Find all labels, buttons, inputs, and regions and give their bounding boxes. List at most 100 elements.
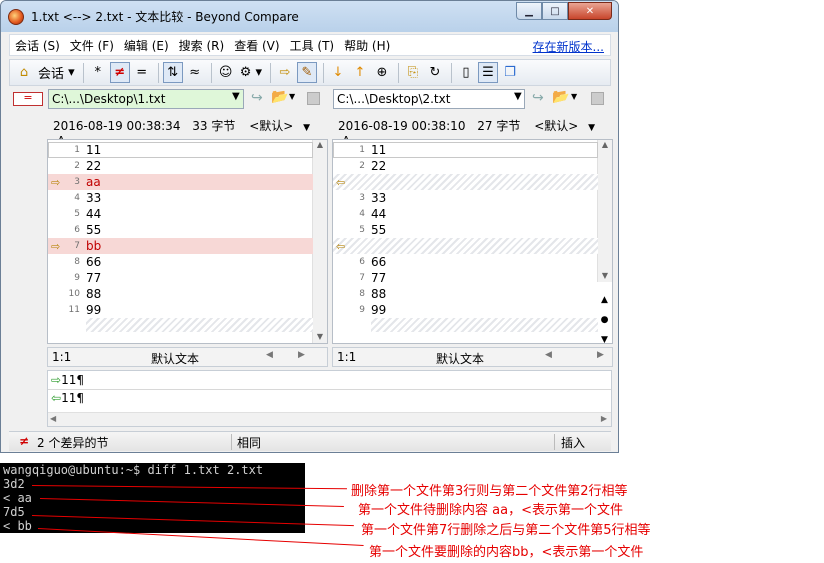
text-line[interactable]: 3 33 [333, 190, 598, 206]
refresh-icon[interactable]: ↻ [425, 62, 445, 83]
text-line[interactable]: 6 55 [48, 222, 313, 238]
right-encoding[interactable]: <默认> [534, 119, 578, 133]
menu-help[interactable]: 帮助 (H) [339, 37, 395, 54]
copy-to-right-icon[interactable]: ⇨ [51, 240, 60, 253]
text-line[interactable]: 8 66 [48, 254, 313, 270]
menu-search[interactable]: 搜索 (R) [174, 37, 230, 54]
right-path-input[interactable]: C:\...\Desktop\2.txt [333, 89, 525, 109]
text-line[interactable]: ⇦ [333, 174, 598, 190]
left-open-dropdown-icon[interactable]: ▼ [289, 92, 295, 101]
left-cursor-pos: 1:1 [52, 350, 72, 364]
close-button[interactable]: ✕ [568, 2, 612, 20]
status-divider [231, 434, 232, 450]
annotation-4: 第一个文件要删除的内容bb，<表示第一个文件 [369, 545, 644, 560]
line-number: 1 [359, 145, 365, 155]
scroll-down-icon[interactable]: ▼ [313, 332, 327, 341]
layout-icon[interactable]: ☰ [478, 62, 498, 83]
text-line[interactable]: 5 55 [333, 222, 598, 238]
line-detail-hscrollbar[interactable]: ◀ ▶ [48, 412, 611, 426]
new-version-link[interactable]: 存在新版本... [533, 38, 604, 55]
rules-icon[interactable]: ☺ [216, 62, 236, 83]
text-line[interactable]: 1 11 [333, 142, 598, 158]
next-diff-icon[interactable]: ↓ [328, 62, 348, 83]
prev-diff-icon[interactable]: ↑ [350, 62, 370, 83]
right-hscroll-right-icon[interactable]: ▶ [597, 350, 604, 360]
left-encoding[interactable]: <默认> [249, 119, 293, 133]
right-text-pane[interactable]: ▲ ▼ ▲ ● ▼ 1 11 2 22 ⇦ 3 33 4 44 5 55 ⇦ 6 66 7 77 8 88 9 99 [332, 139, 613, 345]
find-icon[interactable]: ⊕ [372, 62, 392, 83]
text-line[interactable]: 2 22 [48, 158, 313, 174]
right-open-dropdown-icon[interactable]: ▼ [571, 92, 577, 101]
text-line[interactable]: 1 11 [48, 142, 313, 158]
maximize-button[interactable]: □ [542, 2, 568, 20]
minor-icon[interactable]: ≈ [185, 62, 205, 83]
text-line[interactable]: 6 66 [333, 254, 598, 270]
hscroll-left-icon[interactable]: ◀ [50, 414, 56, 423]
text-line[interactable]: ⇦ [333, 238, 598, 254]
left-vertical-scrollbar[interactable]: ▲ ▼ [312, 140, 327, 343]
left-open-folder-icon[interactable]: 📂 [271, 89, 288, 105]
left-path-input[interactable]: C:\...\Desktop\1.txt [48, 89, 244, 109]
text-line[interactable]: ⇨ 7 bb [48, 238, 313, 254]
left-hscroll-left-icon[interactable]: ◀ [266, 350, 273, 360]
left-hscroll-right-icon[interactable]: ▶ [298, 350, 305, 360]
text-icon[interactable]: ▯ [456, 62, 476, 83]
text-line[interactable]: 4 44 [333, 206, 598, 222]
left-back-icon[interactable]: ↪ [251, 90, 263, 106]
text-line[interactable]: 8 88 [333, 286, 598, 302]
text-line[interactable]: 7 77 [333, 270, 598, 286]
diff-nav-up-icon[interactable]: ▲ [597, 290, 612, 310]
line-text: 44 [86, 207, 102, 221]
text-line[interactable]: 5 44 [48, 206, 313, 222]
left-save-icon[interactable] [307, 92, 320, 105]
hscroll-right-icon[interactable]: ▶ [601, 414, 607, 423]
left-encoding-dropdown-icon[interactable]: ▼ [303, 123, 310, 133]
same-icon[interactable]: = [132, 62, 152, 83]
right-path-dropdown-icon[interactable]: ▼ [514, 91, 522, 102]
menu-edit[interactable]: 编辑 (E) [119, 37, 174, 54]
all-icon[interactable]: * [88, 62, 108, 83]
scroll-up-icon[interactable]: ▲ [313, 140, 327, 149]
home-icon[interactable]: ⌂ [14, 62, 34, 83]
menu-session[interactable]: 会话 (S) [10, 37, 65, 54]
text-line[interactable]: 2 22 [333, 158, 598, 174]
right-back-icon[interactable]: ↪ [532, 90, 544, 106]
options-icon[interactable]: ❐ [500, 62, 520, 83]
session-dropdown[interactable]: 会话 ▾ [36, 62, 77, 83]
copy-to-left-icon[interactable]: ⇦ [336, 240, 345, 253]
diff-nav-center-icon[interactable]: ● [597, 310, 612, 330]
menu-file[interactable]: 文件 (F) [65, 37, 119, 54]
text-line[interactable]: 10 88 [48, 286, 313, 302]
left-size: 33 字节 [192, 119, 236, 133]
left-text-pane[interactable]: ▲ ▼ 1 11 2 22 ⇨ 3 aa 4 33 5 44 6 55 ⇨ 7 bb 8 66 9 77 10 88 11 9… [47, 139, 328, 344]
text-line[interactable]: 9 77 [48, 270, 313, 286]
line-detail-right-text: 11¶ [61, 391, 84, 405]
context-icon[interactable]: ⇅ [162, 62, 183, 83]
swap-icon[interactable]: ⇨ [275, 62, 295, 83]
copy-icon[interactable]: ⎘ [403, 62, 423, 83]
right-open-folder-icon[interactable]: 📂 [552, 89, 569, 105]
text-line[interactable]: 11 99 [48, 302, 313, 318]
right-encoding-dropdown-icon[interactable]: ▼ [588, 123, 595, 133]
right-hscroll-left-icon[interactable]: ◀ [545, 350, 552, 360]
menu-view[interactable]: 查看 (V) [229, 37, 284, 54]
menu-tools[interactable]: 工具 (T) [285, 37, 340, 54]
toolbar-separator [157, 62, 159, 83]
scroll-down-icon[interactable]: ▼ [598, 271, 612, 280]
text-line[interactable]: 4 33 [48, 190, 313, 206]
right-vertical-scrollbar[interactable]: ▲ ▼ [597, 140, 612, 282]
line-text: 44 [371, 207, 387, 221]
diff-nav-controls: ▲ ● ▼ [597, 290, 612, 350]
left-path-dropdown-icon[interactable]: ▼ [232, 91, 240, 102]
copy-to-left-icon[interactable]: ⇦ [336, 176, 345, 189]
minimize-button[interactable]: ▁ [516, 2, 542, 20]
format-icon[interactable]: ⚙ ▾ [238, 62, 264, 83]
line-text: 55 [371, 223, 387, 237]
edit-icon[interactable]: ✎ [297, 62, 317, 83]
copy-to-right-icon[interactable]: ⇨ [51, 176, 60, 189]
scroll-up-icon[interactable]: ▲ [598, 140, 612, 149]
text-line[interactable]: 9 99 [333, 302, 598, 318]
diff-icon[interactable]: ≠ [109, 62, 130, 83]
right-save-icon[interactable] [591, 92, 604, 105]
text-line[interactable]: ⇨ 3 aa [48, 174, 313, 190]
